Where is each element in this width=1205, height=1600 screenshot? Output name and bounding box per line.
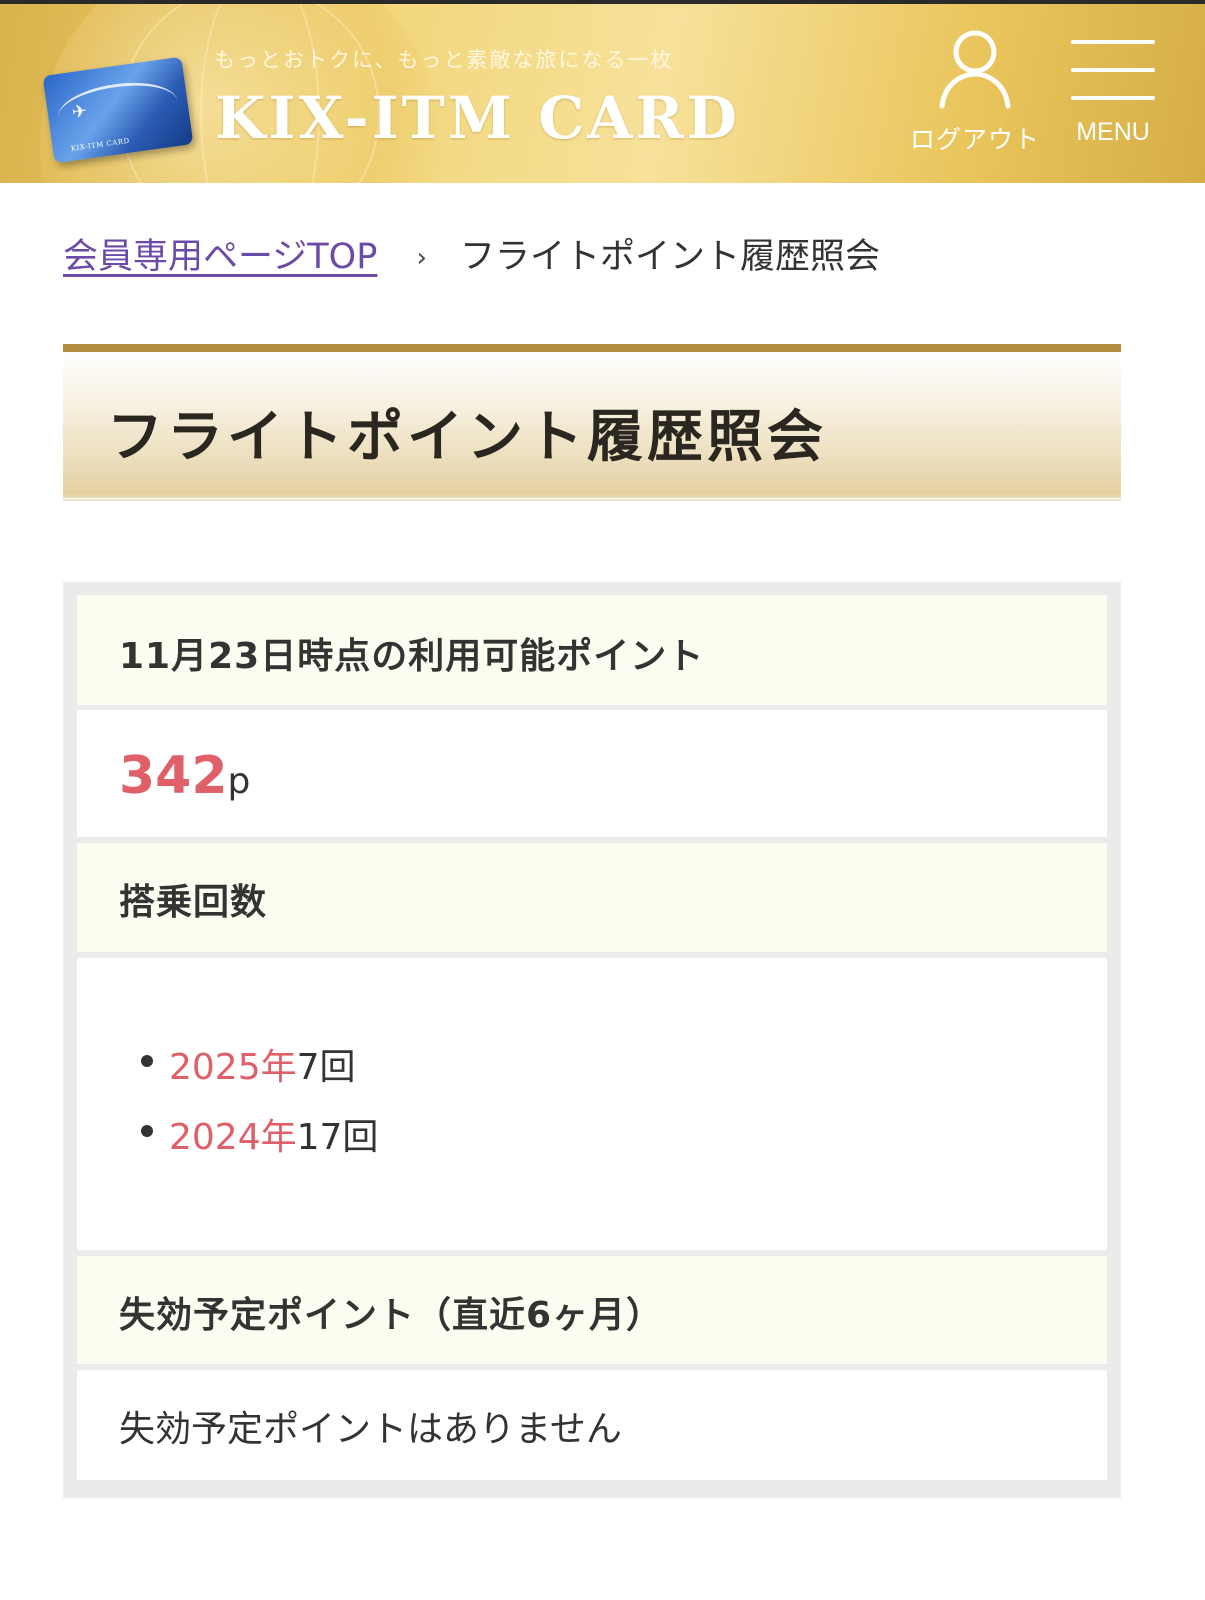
breadcrumb-link-top[interactable]: 会員専用ページTOP — [63, 237, 377, 277]
menu-button[interactable]: MENU — [1068, 40, 1158, 160]
rides-heading: 搭乗回数 — [119, 882, 268, 923]
ride-year: 2025年 — [169, 1047, 297, 1088]
points-heading: 11月23日時点の利用可能ポイント — [119, 636, 705, 677]
points-heading-row: 11月23日時点の利用可能ポイント — [77, 595, 1107, 705]
expiring-body-row: 失効予定ポイントはありません — [77, 1370, 1107, 1480]
points-value: 342p — [119, 746, 250, 806]
menu-label: MENU — [1076, 118, 1150, 146]
expiring-heading: 失効予定ポイント（直近6ヶ月） — [119, 1295, 664, 1336]
points-number: 342 — [119, 746, 228, 806]
page-title: フライトポイント履歴照会 — [107, 405, 827, 470]
airplane-icon: ✈ — [70, 100, 89, 124]
list-item: 2024年17回 — [141, 1108, 379, 1160]
logout-label: ログアウト — [909, 125, 1040, 154]
card-text: KIX-ITM CARD — [70, 136, 131, 153]
rides-list-row: 2025年7回 2024年17回 — [77, 958, 1107, 1250]
site-logo[interactable]: KIX-ITM CARD — [215, 84, 740, 152]
points-value-row: 342p — [77, 710, 1107, 837]
list-item: 2025年7回 — [141, 1038, 356, 1090]
ride-count: 17回 — [296, 1117, 379, 1158]
logout-button[interactable]: ログアウト — [905, 26, 1045, 166]
site-tagline: もっとおトクに、もっと素敵な旅になる一枚 — [214, 48, 674, 72]
ride-count: 7回 — [296, 1047, 356, 1088]
expiring-message: 失効予定ポイントはありません — [119, 1409, 622, 1450]
rides-list: 2025年7回 2024年17回 — [77, 958, 1107, 1250]
user-icon — [939, 30, 1011, 109]
page-title-banner: フライトポイント履歴照会 — [63, 344, 1121, 501]
breadcrumb-current: フライトポイント履歴照会 — [460, 237, 881, 277]
point-info-panel: 11月23日時点の利用可能ポイント 342p 搭乗回数 2025年7回 2024… — [63, 582, 1121, 1498]
points-unit: p — [227, 761, 251, 802]
rides-heading-row: 搭乗回数 — [77, 843, 1107, 952]
breadcrumb: 会員専用ページTOP › フライトポイント履歴照会 — [63, 228, 880, 279]
site-header: ✈ KIX-ITM CARD もっとおトクに、もっと素敵な旅になる一枚 KIX-… — [0, 0, 1205, 183]
expiring-heading-row: 失効予定ポイント（直近6ヶ月） — [77, 1256, 1107, 1364]
bullet-icon — [141, 1055, 153, 1067]
chevron-right-icon: › — [416, 243, 427, 273]
hamburger-icon — [1071, 40, 1155, 102]
bullet-icon — [141, 1125, 153, 1137]
ride-year: 2024年 — [169, 1117, 297, 1158]
